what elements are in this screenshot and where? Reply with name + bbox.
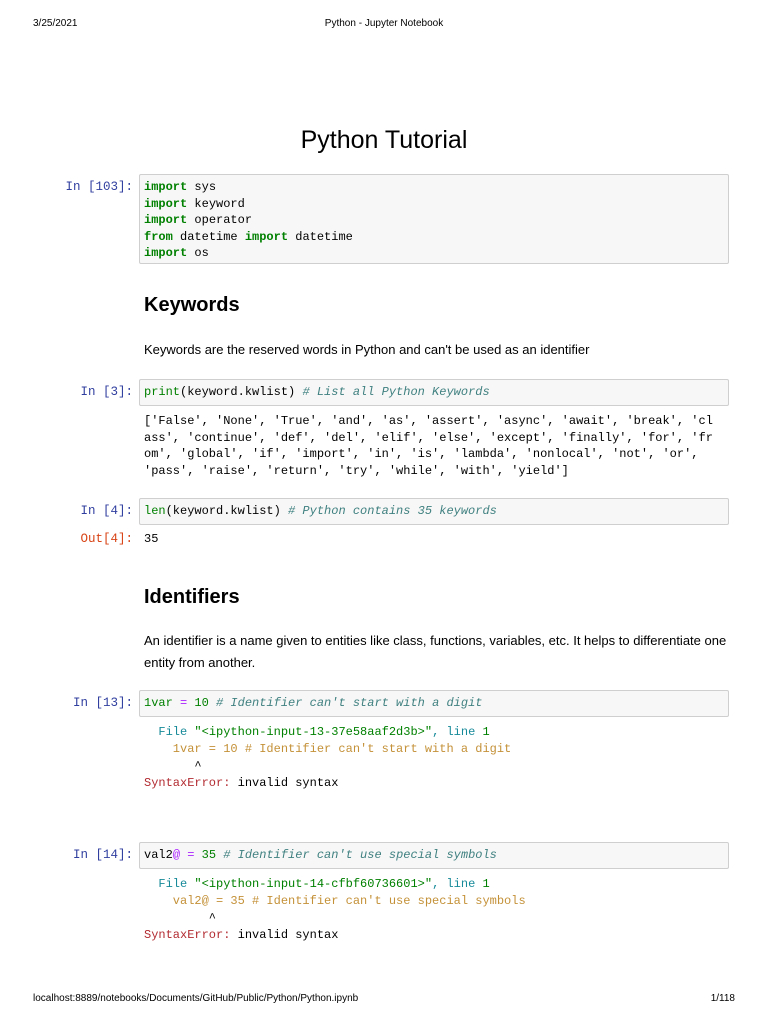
input-prompt: In [13]: [72, 696, 133, 710]
code-token: SyntaxError: [144, 776, 231, 790]
code-token: (keyword.kwlist) [180, 385, 303, 399]
code-line: from datetime import datetime [144, 229, 724, 246]
code-cell-kwlist[interactable]: print(keyword.kwlist) # List all Python … [139, 379, 729, 406]
code-token: operator [187, 213, 253, 227]
code-line: File "<ipython-input-14-cfbf60736601>", … [144, 876, 526, 893]
notebook-page: 3/25/2021 Python - Jupyter Notebook Pyth… [0, 0, 768, 1024]
section-heading-identifiers: Identifiers [144, 586, 240, 608]
code-cell-val2[interactable]: val2@ = 35 # Identifier can't use specia… [139, 842, 729, 869]
code-token: import [144, 246, 188, 260]
code-token: sys [187, 180, 217, 194]
code-line: SyntaxError: invalid syntax [144, 775, 511, 792]
code-token: 1 [482, 877, 490, 891]
code-token: 35 [201, 848, 217, 862]
code-token: "<ipython-input-14-cfbf60736601>" [194, 877, 433, 891]
print-page-number: 1/118 [710, 993, 735, 1004]
traceback-1var: File "<ipython-input-13-37e58aaf2d3b>", … [144, 724, 511, 792]
code-line: val2@ = 35 # Identifier can't use specia… [144, 893, 526, 910]
code-line: import os [144, 245, 724, 262]
code-token: (keyword.kwlist) [165, 504, 289, 518]
output-line: 'pass', 'raise', 'return', 'try', 'while… [144, 463, 569, 478]
code-token: "<ipython-input-13-37e58aaf2d3b>" [194, 725, 433, 739]
code-line: ^ [144, 758, 511, 775]
input-prompt: In [103]: [65, 180, 133, 194]
code-line: ^ [144, 910, 526, 927]
output-line: ['False', 'None', 'True', 'and', 'as', '… [144, 414, 713, 428]
input-prompt: In [14]: [72, 848, 133, 862]
code-token: SyntaxError: [144, 928, 231, 942]
keywords-paragraph: Keywords are the reserved words in Pytho… [144, 342, 590, 357]
code-line: import operator [144, 212, 724, 229]
output-line: ass', 'continue', 'def', 'del', 'elif', … [144, 430, 713, 445]
identifiers-paragraph: An identifier is a name given to entitie… [144, 633, 727, 670]
code-line: import keyword [144, 196, 724, 213]
code-line: len(keyword.kwlist) # Python contains 35… [144, 503, 724, 520]
print-url: localhost:8889/notebooks/Documents/GitHu… [33, 993, 359, 1004]
output-line: 35 [144, 532, 159, 546]
output-prompt: Out[4]: [80, 532, 133, 546]
traceback-val2: File "<ipython-input-14-cfbf60736601>", … [144, 876, 526, 944]
code-token: , line [432, 877, 483, 891]
code-token: File [144, 877, 195, 891]
code-token: # List all Python Keywords [302, 385, 490, 399]
notebook-title: Python Tutorial [300, 126, 468, 154]
kwlist-output: ['False', 'None', 'True', 'and', 'as', '… [144, 413, 713, 479]
code-token: keyword [187, 196, 245, 211]
code-cell-imports[interactable]: import sys import keyword import operator f… [139, 174, 729, 264]
code-line: SyntaxError: invalid syntax [144, 927, 526, 944]
code-token: # Identifier can't start with a digit [216, 696, 483, 710]
code-line: 1var = 10 # Identifier can't start with … [144, 695, 724, 712]
code-token: import [144, 196, 188, 211]
section-heading-keywords: Keywords [144, 294, 240, 316]
code-cell-1var[interactable]: 1var = 10 # Identifier can't start with … [139, 690, 729, 717]
input-prompt: In [4]: [80, 504, 133, 518]
code-token: # Python contains 35 keywords [288, 504, 497, 518]
code-token: val2@ = 35 # Identifier can't use specia… [144, 894, 526, 908]
output-line: om', 'global', 'if', 'import', 'in', 'is… [144, 447, 699, 461]
code-token: 1 [482, 725, 490, 739]
code-token: invalid syntax [230, 776, 339, 790]
code-cell-len[interactable]: len(keyword.kwlist) # Python contains 35… [139, 498, 729, 525]
print-title: Python - Jupyter Notebook [324, 18, 444, 29]
code-line: import sys [144, 179, 724, 196]
code-token: import [244, 229, 289, 244]
code-line: val2@ = 35 # Identifier can't use specia… [144, 847, 724, 864]
code-token: datetime [288, 229, 353, 244]
code-token: import [144, 213, 188, 227]
code-token: invalid syntax [230, 928, 339, 942]
code-token: val2 [144, 848, 173, 862]
code-token: from [144, 229, 173, 244]
code-token: 10 [194, 696, 209, 710]
code-token: , line [432, 725, 483, 739]
code-token: os [187, 246, 209, 260]
code-token: 1var = 10 # Identifier can't start with … [144, 742, 512, 756]
input-prompt: In [3]: [80, 385, 133, 399]
code-token: File [144, 725, 195, 739]
code-token: # Identifier can't use special symbols [223, 848, 497, 862]
code-token: len [144, 504, 166, 518]
code-line: 1var = 10 # Identifier can't start with … [144, 741, 511, 758]
code-token: @ [172, 848, 181, 862]
code-token: ^ [144, 759, 202, 773]
code-line: print(keyword.kwlist) # List all Python … [144, 384, 724, 401]
len-output: 35 [144, 531, 158, 548]
code-token: import [144, 180, 188, 194]
code-token: 1var [144, 696, 173, 710]
code-token: datetime [172, 229, 245, 244]
code-line: File "<ipython-input-13-37e58aaf2d3b>", … [144, 724, 511, 741]
code-token: print [144, 385, 181, 399]
code-token: ^ [144, 911, 217, 925]
